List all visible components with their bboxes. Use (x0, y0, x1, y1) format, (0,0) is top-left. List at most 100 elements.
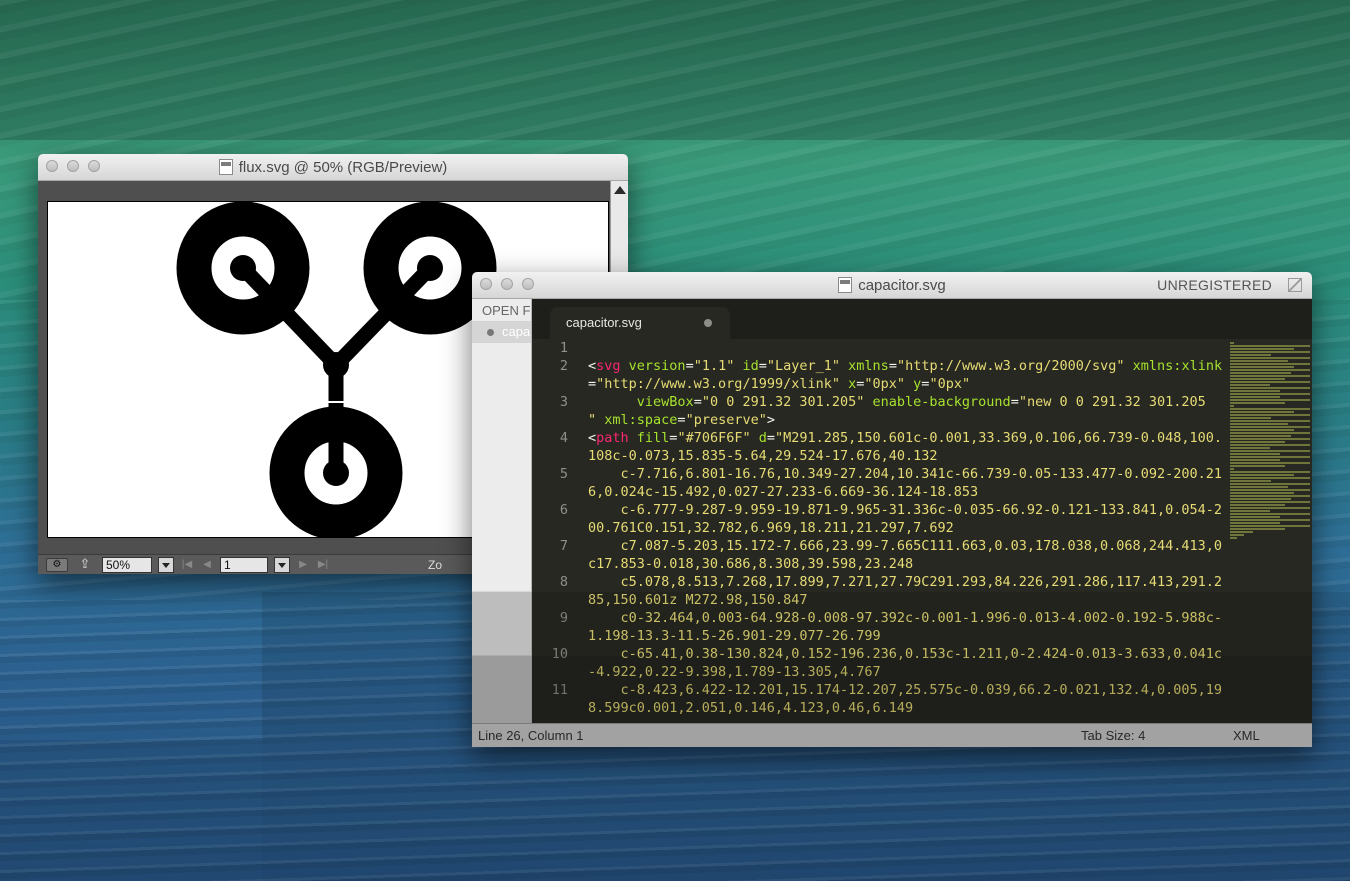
minimap-line (1230, 429, 1294, 431)
code-token: = (693, 394, 702, 410)
code-editor[interactable]: 1 2 <svg version="1.1" id="Layer_1" xmlns=… (532, 339, 1232, 723)
code-token: > (766, 412, 775, 428)
code-line[interactable]: 10 c-65.41,0.38-130.824,0.152-196.236,0.… (532, 645, 1232, 681)
code-token: c7.087-5.203,15.172-7.666,23.99-7.665C11… (588, 538, 1222, 572)
code-token: fill (628, 430, 670, 446)
tab-capacitor-svg[interactable]: capacitor.svg (550, 307, 730, 339)
settings-gear-icon[interactable]: ⚙ (46, 557, 68, 572)
minimap-line (1230, 396, 1280, 398)
zoom-button[interactable] (88, 160, 100, 172)
minimap-line (1230, 411, 1294, 413)
minimap-line (1230, 390, 1280, 392)
code-text: c7.087-5.203,15.172-7.666,23.99-7.665C11… (588, 537, 1232, 573)
minimap-line (1230, 414, 1310, 416)
minimap-line (1230, 468, 1234, 470)
minimap-line (1230, 387, 1310, 389)
code-token: "Layer_1" (766, 358, 841, 374)
minimap-line (1230, 438, 1310, 440)
first-artboard-icon[interactable]: |◀ (180, 559, 194, 570)
window-controls (46, 160, 100, 172)
line-number: 2 (559, 358, 568, 374)
zoom-button[interactable] (522, 278, 534, 290)
minimap-line (1230, 504, 1285, 506)
code-line[interactable]: 1 (532, 339, 1232, 357)
close-button[interactable] (480, 278, 492, 290)
minimap-line (1230, 492, 1294, 494)
sublime-titlebar[interactable]: capacitor.svg UNREGISTERED (472, 272, 1312, 299)
sidebar-item-capacitor[interactable]: capa (472, 321, 531, 343)
code-text: c5.078,8.513,7.268,17.899,7.271,27.79C29… (588, 573, 1232, 609)
minimap-line (1230, 381, 1310, 383)
previous-artboard-icon[interactable]: ◀ (200, 559, 214, 570)
code-token: ​xlink (1181, 358, 1223, 374)
code-token: = (766, 430, 775, 446)
code-token: c-7.716,6.801-16.76,10.349-27.204,10.341… (588, 466, 1222, 500)
tab-bar: capacitor.svg (532, 299, 1312, 339)
zoom-field[interactable]: 50% (102, 556, 152, 573)
minimap-line (1230, 519, 1310, 521)
code-text: c-7.716,6.801-16.76,10.349-27.204,10.341… (588, 465, 1232, 501)
code-token: c5.078,8.513,7.268,17.899,7.271,27.79C29… (588, 574, 1222, 608)
minimap-line (1230, 444, 1310, 446)
minimap-line (1230, 354, 1271, 356)
minimize-button[interactable] (501, 278, 513, 290)
window-controls (480, 278, 534, 290)
tab-close-dot-icon[interactable] (704, 319, 712, 327)
artboard-number-field[interactable]: 1 (220, 556, 268, 573)
code-line[interactable]: 7 c7.087-5.203,15.172-7.666,23.99-7.665C… (532, 537, 1232, 573)
minimap-line (1230, 465, 1285, 467)
syntax-mode[interactable]: XML (1233, 728, 1260, 743)
code-token: "http://www.w3.org/1999/xlink" (596, 376, 840, 392)
unregistered-label: UNREGISTERED (1157, 277, 1272, 293)
code-line[interactable]: 11 c-8.423,6.422-12.201,15.174-12.207,25… (532, 681, 1232, 717)
code-line[interactable]: 2 <svg version="1.1" id="Layer_1" xmlns="… (532, 357, 1232, 393)
minimize-button[interactable] (67, 160, 79, 172)
fullscreen-icon[interactable] (1288, 278, 1302, 292)
line-number: 6 (559, 502, 568, 518)
minimap-line (1230, 342, 1234, 344)
minimap-line (1230, 369, 1310, 371)
zoom-dropdown-chevron-icon[interactable] (158, 556, 174, 573)
code-token: = (888, 358, 897, 374)
sublime-text-window: capacitor.svg UNREGISTERED OPEN F capa c… (472, 272, 1312, 747)
artwork-dot-bottom (323, 460, 349, 486)
scroll-up-arrow-icon[interactable] (614, 186, 626, 194)
tab-label: capacitor.svg (566, 315, 642, 330)
code-token: "0px" (864, 376, 906, 392)
code-line[interactable]: 5 c-7.716,6.801-16.76,10.349-27.204,10.3… (532, 465, 1232, 501)
code-token: "0px" (929, 376, 971, 392)
share-icon[interactable]: ⇪ (74, 557, 96, 572)
minimap-line (1230, 480, 1271, 482)
line-number: 9 (559, 610, 568, 626)
code-token: "new 0 0 291.32 301.205 (1018, 394, 1206, 410)
minimap-line (1230, 513, 1310, 515)
minimap-line (1230, 462, 1310, 464)
tab-size[interactable]: Tab Size: 4 (1081, 728, 1145, 743)
code-text: <svg version="1.1" id="Layer_1" xmlns="h… (588, 357, 1232, 393)
sidebar-empty-area (472, 591, 531, 655)
minimap-line (1230, 459, 1280, 461)
last-artboard-icon[interactable]: ▶| (316, 559, 330, 570)
code-token: < (588, 358, 597, 374)
code-line[interactable]: 9 c0-32.464,0.003-64.928-0.008-97.392c-0… (532, 609, 1232, 645)
code-line[interactable]: 3 viewBox="0 0 291.32 301.205" enable-ba… (532, 393, 1232, 429)
code-text: c-8.423,6.422-12.201,15.174-12.207,25.57… (588, 681, 1232, 717)
cursor-position[interactable]: Line 26, Column 1 (478, 728, 584, 743)
minimap-line (1230, 366, 1294, 368)
artboard-dropdown-chevron-icon[interactable] (274, 556, 290, 573)
minimap-line (1230, 483, 1310, 485)
minimap[interactable] (1230, 342, 1312, 722)
code-token: d (750, 430, 767, 446)
illustrator-titlebar[interactable]: flux.svg @ 50% (RGB/Preview) (38, 154, 628, 181)
close-button[interactable] (46, 160, 58, 172)
code-line[interactable]: 4 <path fill="#706F6F" d="M291.285,150.60… (532, 429, 1232, 465)
open-files-header: OPEN F (482, 303, 531, 318)
code-line[interactable]: 6 c-6.777-9.287-9.959-19.871-9.965-31.33… (532, 501, 1232, 537)
next-artboard-icon[interactable]: ▶ (296, 559, 310, 570)
code-token: < (588, 430, 597, 446)
code-line[interactable]: 8 c5.078,8.513,7.268,17.899,7.271,27.79C… (532, 573, 1232, 609)
code-token: c0-32.464,0.003-64.928-0.008-97.392c-0.0… (588, 610, 1222, 644)
minimap-line (1230, 345, 1310, 347)
code-text: c-6.777-9.287-9.959-19.871-9.965-31.336c… (588, 501, 1232, 537)
